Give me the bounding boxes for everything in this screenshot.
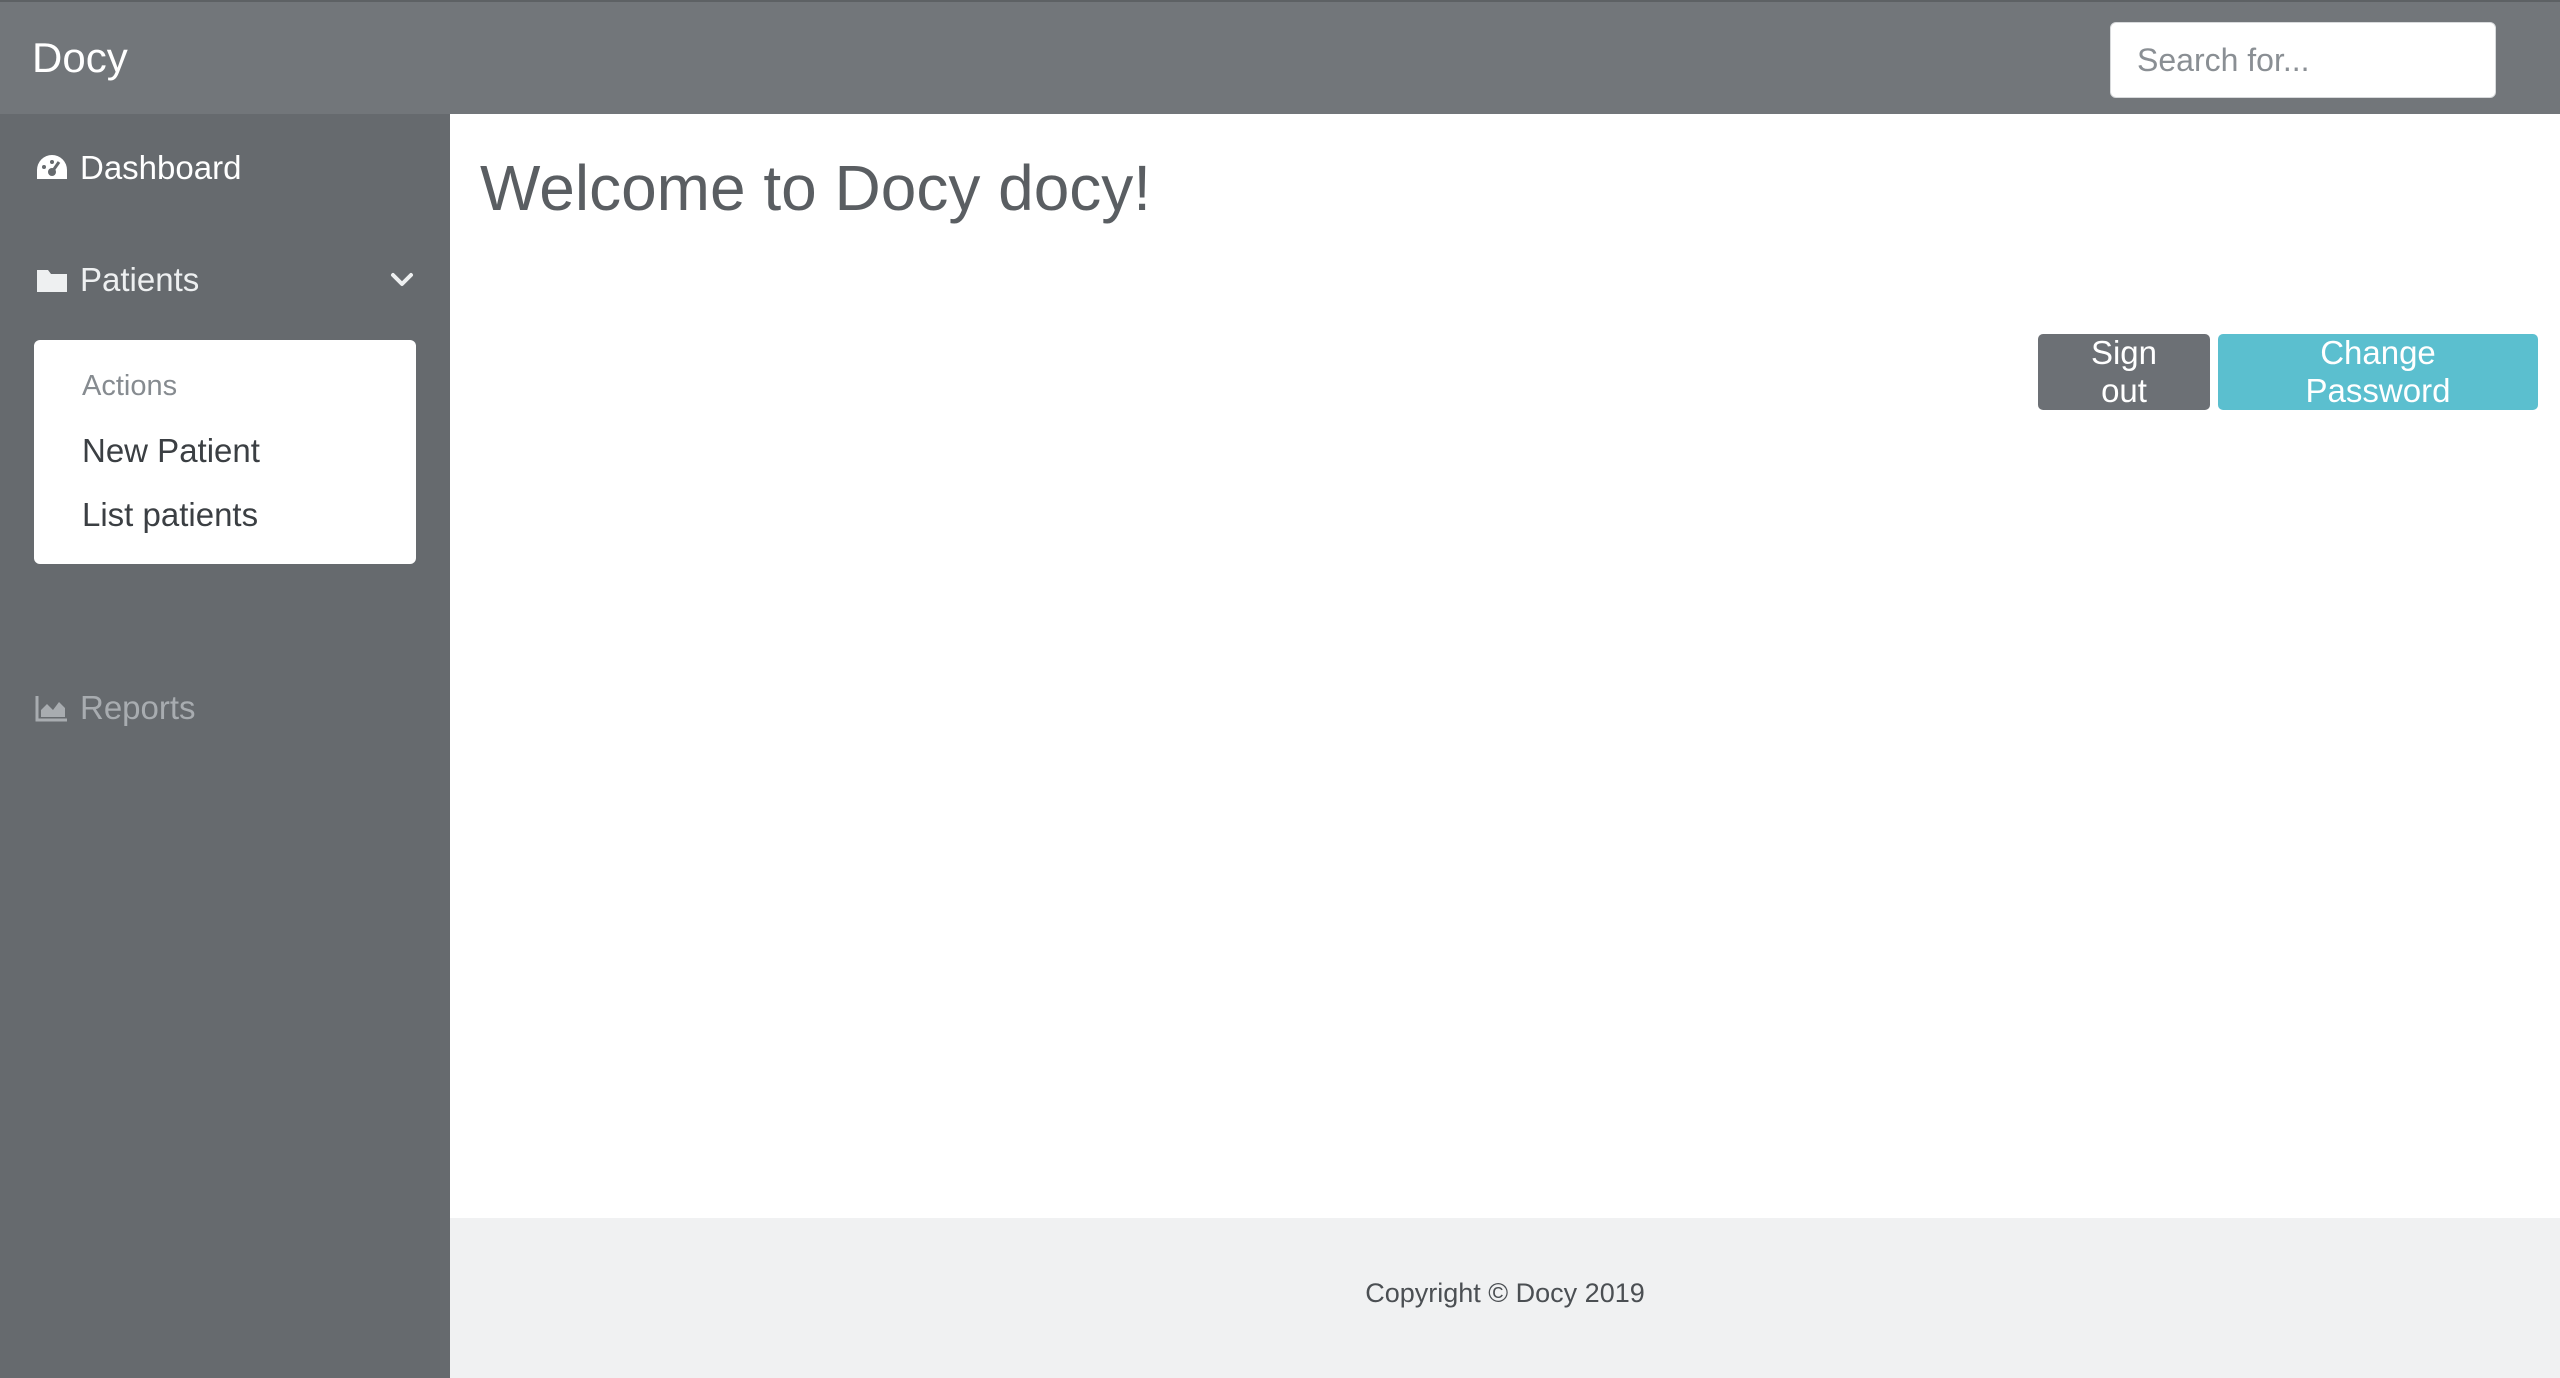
sidebar-item-dashboard[interactable]: Dashboard: [34, 140, 241, 196]
folder-icon: [34, 262, 70, 298]
patients-dropdown-menu: Actions New Patient List patients: [34, 340, 416, 564]
page-title: Welcome to Docy docy!: [480, 152, 1152, 224]
area-chart-icon: [34, 690, 70, 726]
sidebar-item-label: Patients: [80, 261, 200, 298]
search-input[interactable]: [2110, 22, 2496, 98]
sidebar: Dashboard Patients Actions New Patient L…: [0, 114, 450, 1378]
dashboard-icon: [34, 150, 70, 186]
sidebar-item-label: Reports: [80, 689, 196, 726]
new-patient-link[interactable]: New Patient: [82, 432, 260, 470]
list-patients-link[interactable]: List patients: [82, 496, 258, 534]
sidebar-item-patients[interactable]: Patients: [34, 252, 418, 308]
sign-out-button[interactable]: Sign out: [2038, 334, 2210, 410]
brand-logo-text[interactable]: Docy: [32, 32, 128, 84]
change-password-button[interactable]: Change Password: [2218, 334, 2538, 410]
chevron-down-icon[interactable]: [386, 264, 418, 296]
sidebar-item-label: Dashboard: [80, 149, 242, 186]
copyright-text: Copyright © Docy 2019: [1365, 1278, 1645, 1308]
sidebar-item-reports[interactable]: Reports: [34, 680, 196, 736]
dropdown-header: Actions: [82, 370, 178, 402]
top-navbar: Docy: [0, 0, 2560, 114]
footer: Copyright © Docy 2019: [450, 1218, 2560, 1378]
main-content: Welcome to Docy docy! Sign out Change Pa…: [450, 114, 2560, 1218]
